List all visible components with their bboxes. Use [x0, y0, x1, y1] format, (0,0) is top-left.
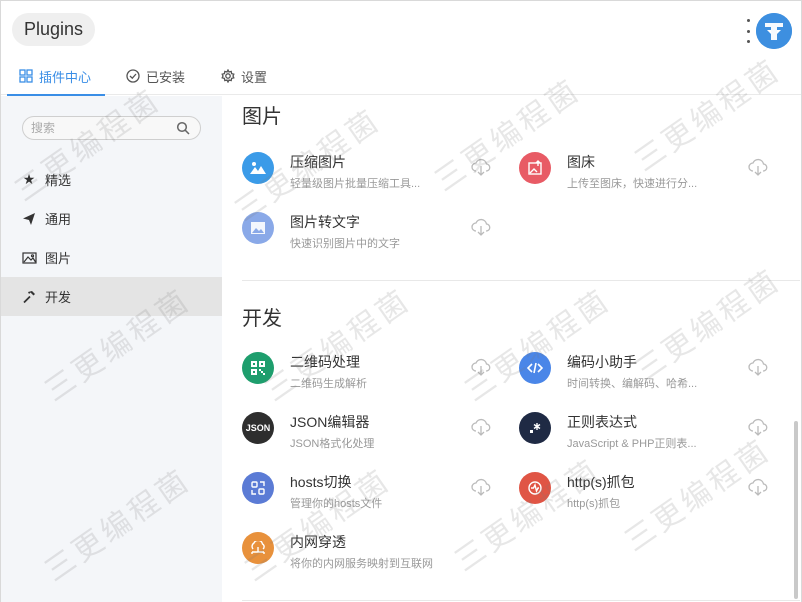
cloud-download-icon[interactable]: [470, 416, 492, 438]
plugin-desc: 管理你的hosts文件: [290, 498, 383, 510]
sidebar-item-dev[interactable]: 开发: [1, 277, 222, 316]
section-divider: [242, 280, 800, 281]
qrcode-icon: [242, 352, 274, 384]
code-icon: [519, 352, 551, 384]
plugin-desc: 轻量级图片批量压缩工具...: [290, 178, 421, 190]
cloud-download-icon[interactable]: [470, 356, 492, 378]
plugin-name: 正则表达式: [567, 414, 637, 430]
sidebar-item-label: 通用: [45, 212, 72, 227]
sidebar: ★ 精选 通用 图片 开发: [1, 96, 222, 602]
scrollbar[interactable]: [794, 421, 798, 599]
plugin-card[interactable]: 压缩图片 轻量级图片批量压缩工具...: [242, 148, 492, 196]
plugin-name: 图床: [567, 154, 595, 170]
brand-logo[interactable]: [756, 13, 792, 49]
image-text-icon: [242, 212, 274, 244]
plugin-card[interactable]: 正则表达式 JavaScript & PHP正则表...: [519, 408, 769, 456]
section-title-dev: 开发: [242, 308, 282, 330]
plugin-card[interactable]: 图片转文字 快速识别图片中的文字: [242, 208, 492, 256]
json-icon: JSON: [242, 412, 274, 444]
plugin-card[interactable]: hosts切换 管理你的hosts文件: [242, 468, 492, 516]
header: Plugins: [1, 1, 801, 57]
image-icon: [21, 250, 37, 266]
plugin-desc: http(s)抓包: [567, 498, 621, 510]
cloud-download-icon[interactable]: [470, 156, 492, 178]
tab-plugin-center[interactable]: 插件中心: [6, 57, 106, 96]
send-icon: [21, 211, 37, 227]
section-divider: [242, 600, 800, 601]
more-options-icon[interactable]: [742, 19, 754, 43]
tab-installed[interactable]: 已安装: [126, 57, 185, 95]
plugin-card[interactable]: JSON JSON编辑器 JSON格式化处理: [242, 408, 492, 456]
sidebar-item-label: 开发: [45, 290, 72, 305]
search-icon[interactable]: [176, 121, 190, 135]
cloud-download-icon[interactable]: [747, 476, 769, 498]
plugin-name: 图片转文字: [290, 214, 360, 230]
regex-icon: [519, 412, 551, 444]
cloud-download-icon[interactable]: [470, 476, 492, 498]
image-upload-icon: [519, 152, 551, 184]
sidebar-item-featured[interactable]: ★ 精选: [1, 160, 222, 199]
plugin-name: 二维码处理: [290, 354, 360, 370]
plugin-desc: JSON格式化处理: [290, 438, 375, 450]
tunnel-icon: [242, 532, 274, 564]
plugin-desc: 快速识别图片中的文字: [290, 238, 400, 250]
tab-label: 插件中心: [39, 69, 92, 85]
tab-settings[interactable]: 设置: [221, 57, 267, 95]
gear-icon: [221, 69, 235, 83]
section-title-images: 图片: [242, 106, 282, 128]
plugin-name: 压缩图片: [290, 154, 346, 170]
cloud-download-icon[interactable]: [747, 416, 769, 438]
cloud-download-icon[interactable]: [747, 356, 769, 378]
sidebar-item-label: 精选: [45, 173, 72, 188]
check-circle-icon: [126, 69, 140, 83]
plugin-card[interactable]: 内网穿透 将你的内网服务映射到互联网: [242, 528, 492, 576]
plugin-card[interactable]: 图床 上传至图床，快速进行分...: [519, 148, 769, 196]
grid-icon: [19, 69, 33, 83]
mountain-icon: [242, 152, 274, 184]
plugin-desc: 二维码生成解析: [290, 378, 367, 390]
tab-label: 设置: [241, 69, 268, 85]
plugin-name: JSON编辑器: [290, 414, 370, 430]
plugin-desc: 将你的内网服务映射到互联网: [290, 558, 433, 570]
search-box[interactable]: [22, 116, 201, 140]
plugin-name: hosts切换: [290, 474, 352, 490]
plugin-list: 图片 压缩图片 轻量级图片批量压缩工具... 图床 上传至图床，快速进行分...…: [222, 96, 801, 602]
plugin-name: 内网穿透: [290, 534, 346, 550]
plugin-card[interactable]: 编码小助手 时间转换、编解码、哈希...: [519, 348, 769, 396]
plugin-desc: 上传至图床，快速进行分...: [567, 178, 698, 190]
tab-bar: 插件中心 已安装 设置: [1, 57, 801, 96]
plugin-card[interactable]: http(s)抓包 http(s)抓包: [519, 468, 769, 516]
sidebar-item-images[interactable]: 图片: [1, 238, 222, 277]
switch-icon: [242, 472, 274, 504]
plugin-desc: JavaScript & PHP正则表...: [567, 438, 697, 450]
search-input[interactable]: [31, 119, 171, 137]
star-icon: ★: [22, 171, 36, 187]
capture-icon: [519, 472, 551, 504]
app-title: Plugins: [12, 13, 96, 46]
plugin-desc: 时间转换、编解码、哈希...: [567, 378, 698, 390]
plugin-card[interactable]: 二维码处理 二维码生成解析: [242, 348, 492, 396]
sidebar-item-label: 图片: [45, 251, 72, 266]
hammer-icon: [21, 289, 37, 305]
tab-label: 已安装: [146, 69, 186, 85]
plugin-name: 编码小助手: [567, 354, 637, 370]
cloud-download-icon[interactable]: [747, 156, 769, 178]
cloud-download-icon[interactable]: [470, 216, 492, 238]
sidebar-item-general[interactable]: 通用: [1, 199, 222, 238]
plugin-name: http(s)抓包: [567, 474, 635, 490]
